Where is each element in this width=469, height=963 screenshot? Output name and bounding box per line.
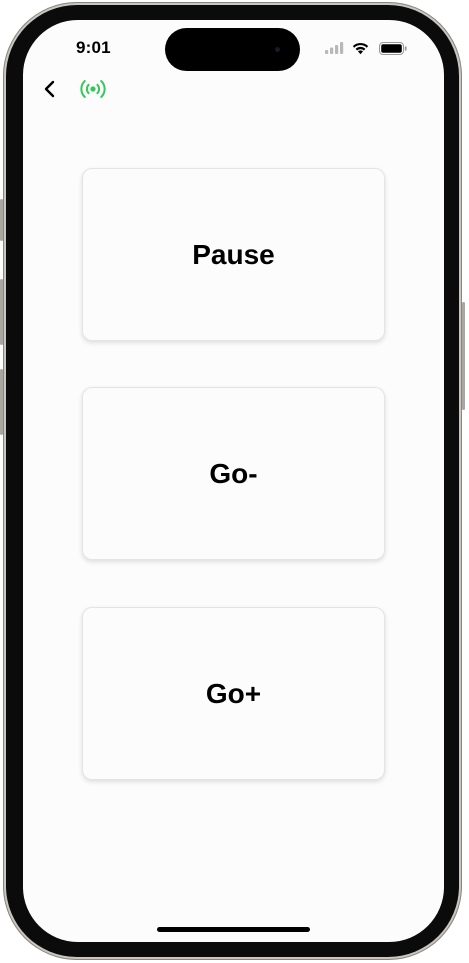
status-time: 9:01	[76, 38, 111, 57]
power-button	[462, 302, 465, 410]
volume-up-button	[0, 279, 3, 345]
battery-icon	[379, 42, 407, 55]
pause-button[interactable]: Pause	[82, 168, 385, 341]
action-button	[0, 199, 3, 241]
back-button[interactable]	[39, 76, 63, 102]
broadcast-icon	[80, 80, 106, 98]
status-icons	[325, 41, 415, 55]
chevron-left-icon	[44, 80, 55, 98]
pause-button-label: Pause	[192, 238, 275, 270]
go-minus-button-label: Go-	[209, 457, 258, 489]
wifi-icon	[352, 42, 369, 55]
home-indicator[interactable]	[157, 927, 310, 932]
cellular-signal-icon	[325, 42, 344, 54]
screen: 9:01 Pause Go- Go+	[23, 20, 444, 942]
go-plus-button[interactable]: Go+	[82, 607, 385, 780]
camera-icon	[275, 47, 280, 52]
dynamic-island	[165, 28, 300, 71]
go-minus-button[interactable]: Go-	[82, 387, 385, 560]
go-plus-button-label: Go+	[205, 677, 262, 709]
volume-down-button	[0, 369, 3, 435]
